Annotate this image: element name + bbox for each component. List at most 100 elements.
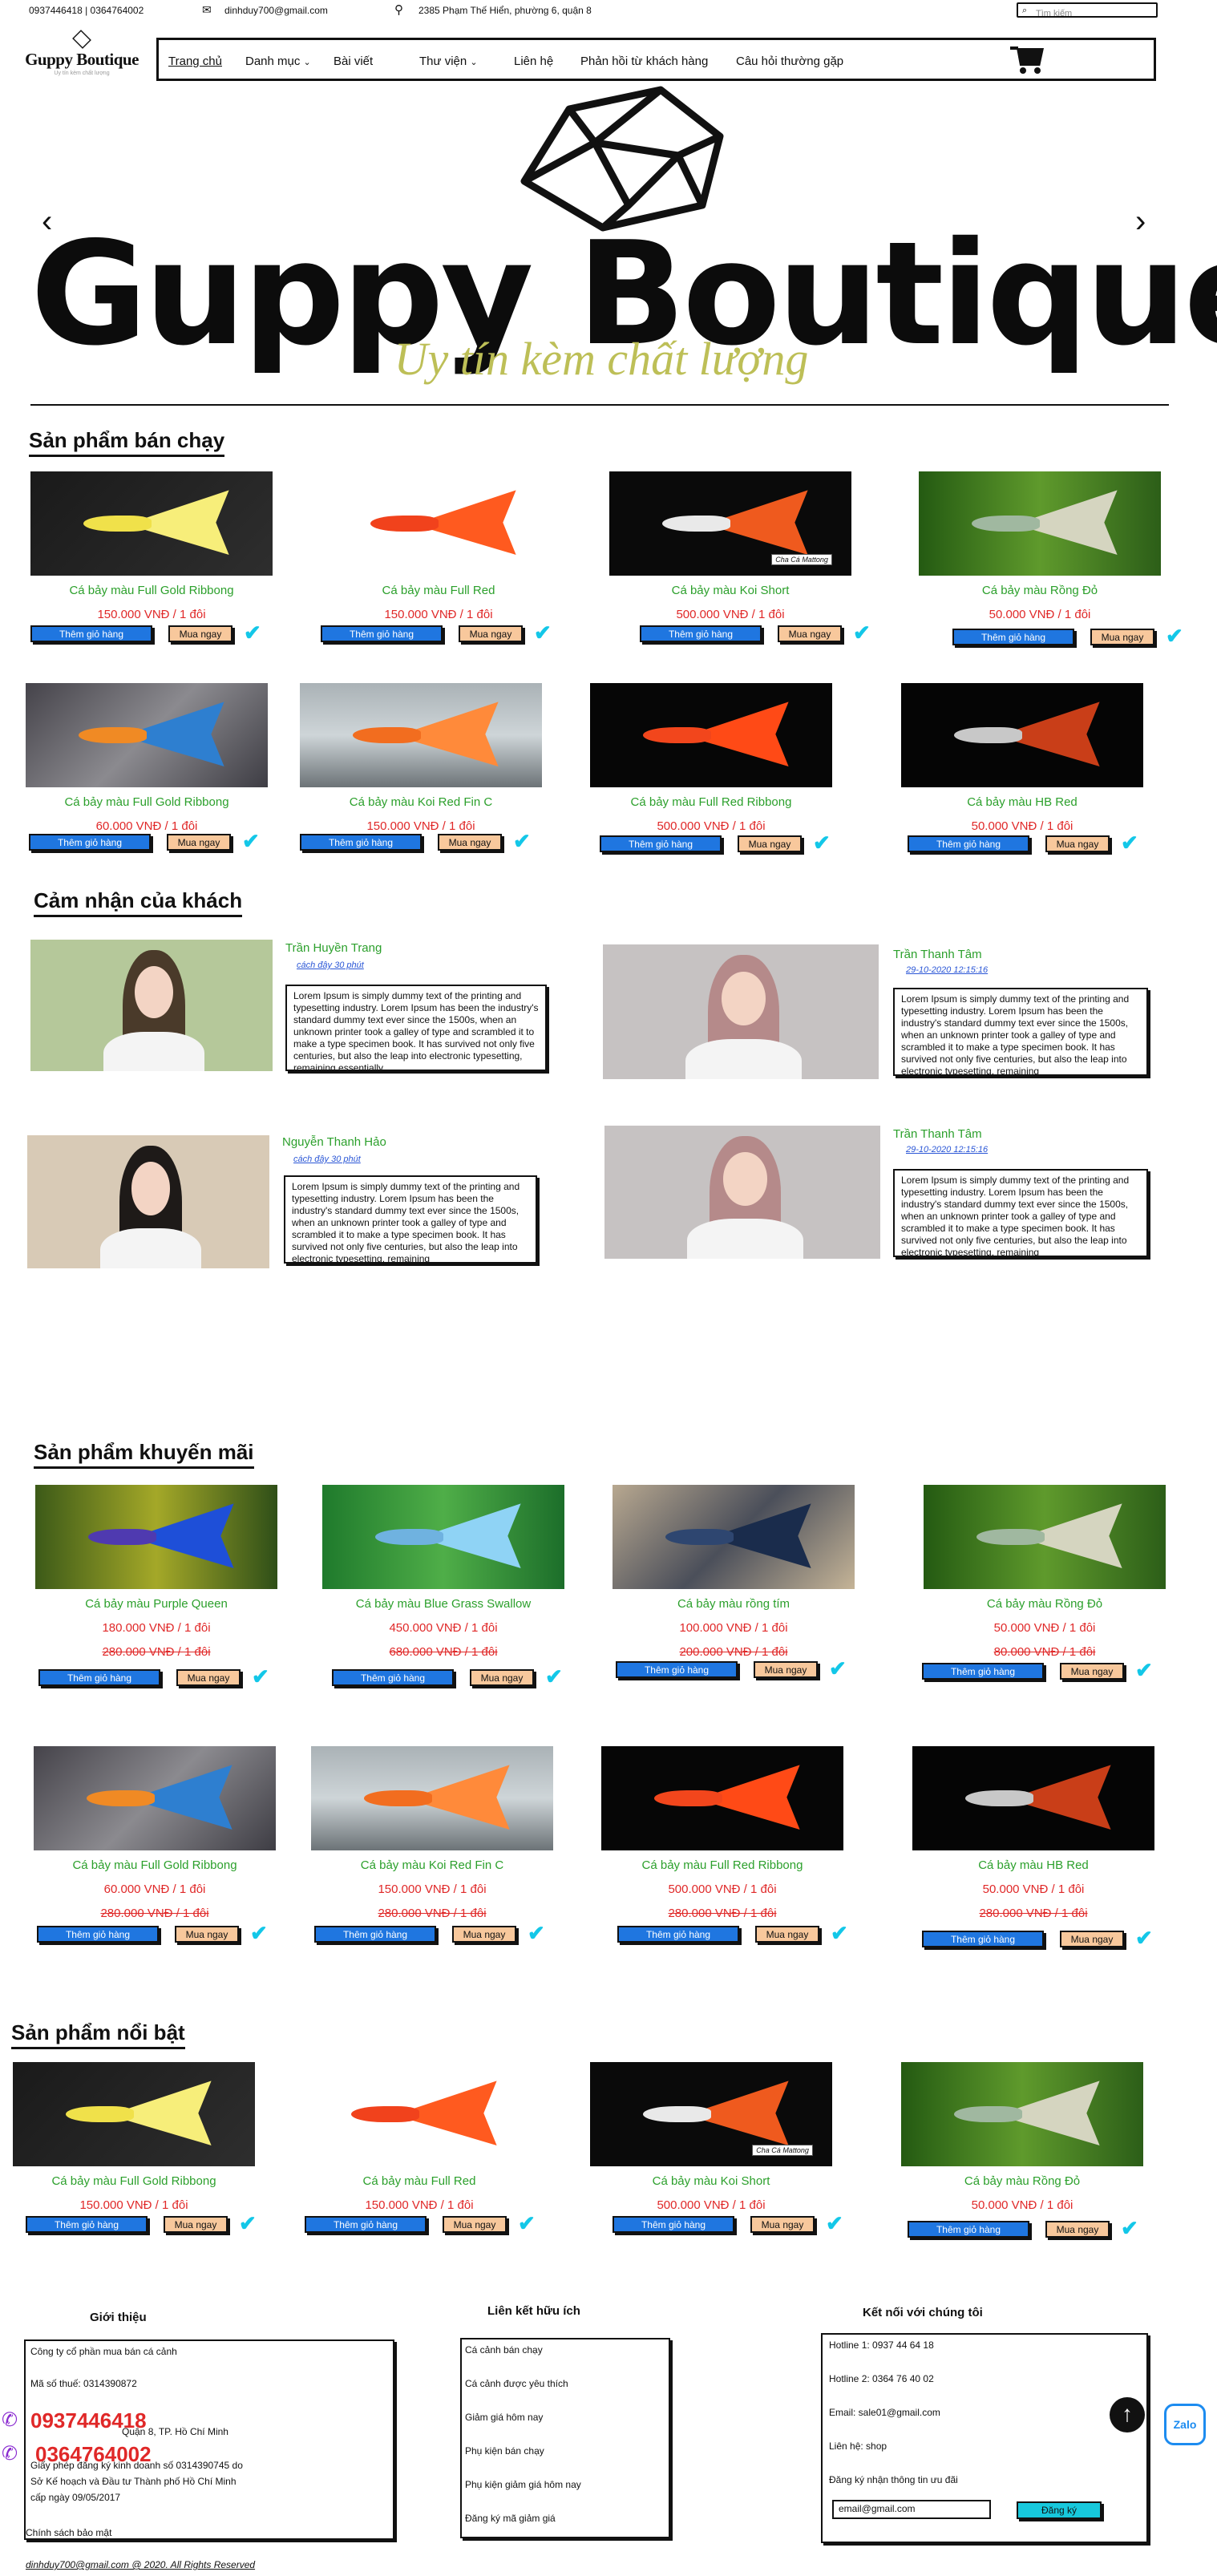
search-input[interactable]: ⌕ Tìm kiếm — [1017, 2, 1158, 18]
add-to-cart-button[interactable]: Thêm giỏ hàng — [30, 625, 152, 642]
product-name[interactable]: Cá bảy màu HB Red — [869, 795, 1175, 809]
add-to-cart-button[interactable]: Thêm giỏ hàng — [908, 2221, 1029, 2238]
product-image[interactable] — [30, 471, 273, 576]
buy-now-button[interactable]: Mua ngay — [754, 1661, 818, 1678]
nav-articles[interactable]: Bài viết — [334, 55, 373, 68]
buy-now-button[interactable]: Mua ngay — [443, 2216, 507, 2233]
product-name[interactable]: Cá bảy màu Koi Short — [558, 2174, 864, 2188]
add-to-cart-button[interactable]: Thêm giỏ hàng — [38, 1669, 160, 1686]
product-image[interactable] — [590, 683, 832, 787]
buy-now-button[interactable]: Mua ngay — [168, 625, 232, 642]
product-image[interactable] — [298, 2062, 540, 2166]
footer-link[interactable]: Giảm giá hôm nay — [465, 2412, 543, 2423]
add-to-cart-button[interactable]: Thêm giỏ hàng — [613, 2216, 734, 2233]
buy-now-button[interactable]: Mua ngay — [1045, 835, 1110, 852]
add-to-cart-button[interactable]: Thêm giỏ hàng — [305, 2216, 427, 2233]
nav-home[interactable]: Trang chủ — [168, 55, 222, 68]
buy-now-button[interactable]: Mua ngay — [459, 625, 523, 642]
buy-now-button[interactable]: Mua ngay — [452, 1926, 516, 1943]
product-image[interactable]: Cha Cá Mattong — [609, 471, 851, 576]
add-to-cart-button[interactable]: Thêm giỏ hàng — [26, 2216, 148, 2233]
product-image[interactable] — [613, 1485, 855, 1589]
add-to-cart-button[interactable]: Thêm giỏ hàng — [616, 1661, 738, 1678]
product-image[interactable] — [601, 1746, 843, 1850]
product-name[interactable]: Cá bảy màu Full Red — [285, 584, 592, 597]
buy-now-button[interactable]: Mua ngay — [176, 1669, 241, 1686]
product-name[interactable]: Cá bảy màu Koi Red Fin C — [279, 1858, 585, 1872]
add-to-cart-button[interactable]: Thêm giỏ hàng — [600, 835, 722, 852]
product-image[interactable] — [35, 1485, 277, 1589]
product-image[interactable] — [912, 1746, 1154, 1850]
buy-now-button[interactable]: Mua ngay — [1060, 1663, 1124, 1680]
product-name[interactable]: Cá bảy màu Full Red Ribbong — [569, 1858, 875, 1872]
nav-categories[interactable]: Danh mục ⌄ — [245, 55, 311, 68]
footer-link[interactable]: Đăng ký mã giảm giá — [465, 2513, 556, 2524]
footer-link[interactable]: Phụ kiện giảm giá hôm nay — [465, 2479, 581, 2490]
product-name[interactable]: Cá bảy màu Full Red Ribbong — [558, 795, 864, 809]
nav-contact[interactable]: Liên hệ — [514, 55, 553, 68]
add-to-cart-button[interactable]: Thêm giỏ hàng — [300, 834, 422, 851]
product-name[interactable]: Cá bảy màu Koi Red Fin C — [268, 795, 574, 809]
product-image[interactable] — [924, 1485, 1166, 1589]
cart-icon[interactable] — [1010, 47, 1047, 75]
product-image[interactable] — [317, 471, 560, 576]
footer-link[interactable]: Phụ kiện bán chạy — [465, 2445, 544, 2457]
product-image[interactable] — [311, 1746, 553, 1850]
buy-now-button[interactable]: Mua ngay — [1045, 2221, 1110, 2238]
product-name[interactable]: Cá bảy màu Blue Grass Swallow — [290, 1597, 596, 1611]
subscribe-button[interactable]: Đăng ký — [1017, 2501, 1102, 2519]
add-to-cart-button[interactable]: Thêm giỏ hàng — [640, 625, 762, 642]
product-image[interactable] — [13, 2062, 255, 2166]
nav-faq[interactable]: Câu hỏi thường gặp — [736, 55, 843, 68]
nav-feedback[interactable]: Phản hồi từ khách hàng — [580, 55, 708, 68]
product-name[interactable]: Cá bảy màu Rồng Đỏ — [892, 1597, 1198, 1611]
product-name[interactable]: Cá bảy màu Full Gold Ribbong — [0, 795, 300, 809]
logo[interactable]: Guppy Boutique Uy tín kèm chất lượng — [22, 30, 141, 80]
buy-now-button[interactable]: Mua ngay — [470, 1669, 534, 1686]
add-to-cart-button[interactable]: Thêm giỏ hàng — [321, 625, 443, 642]
add-to-cart-button[interactable]: Thêm giỏ hàng — [29, 834, 151, 851]
review-time[interactable]: cách đây 30 phút — [297, 960, 364, 970]
add-to-cart-button[interactable]: Thêm giỏ hàng — [314, 1926, 436, 1943]
footer-link[interactable]: Cá cảnh bán chạy — [465, 2344, 543, 2356]
product-image[interactable] — [300, 683, 542, 787]
buy-now-button[interactable]: Mua ngay — [750, 2216, 815, 2233]
newsletter-email-input[interactable]: email@gmail.com — [832, 2500, 991, 2519]
buy-now-button[interactable]: Mua ngay — [167, 834, 231, 851]
add-to-cart-button[interactable]: Thêm giỏ hàng — [908, 835, 1029, 852]
buy-now-button[interactable]: Mua ngay — [1090, 629, 1154, 645]
email-link[interactable]: dinhduy700@gmail.com — [224, 5, 328, 16]
buy-now-button[interactable]: Mua ngay — [778, 625, 842, 642]
product-name[interactable]: Cá bảy màu rồng tím — [580, 1597, 887, 1611]
product-image[interactable] — [919, 471, 1161, 576]
scroll-top-button[interactable]: ↑ — [1110, 2397, 1145, 2432]
product-name[interactable]: Cá bảy màu Koi Short — [577, 584, 883, 597]
buy-now-button[interactable]: Mua ngay — [438, 834, 502, 851]
buy-now-button[interactable]: Mua ngay — [755, 1926, 819, 1943]
buy-now-button[interactable]: Mua ngay — [738, 835, 802, 852]
review-time[interactable]: 29-10-2020 12:15:16 — [906, 965, 988, 975]
review-time[interactable]: cách đây 30 phút — [293, 1155, 361, 1164]
review-time[interactable]: 29-10-2020 12:15:16 — [906, 1145, 988, 1155]
buy-now-button[interactable]: Mua ngay — [1060, 1931, 1124, 1947]
footer-link[interactable]: Cá cảnh được yêu thích — [465, 2378, 568, 2389]
product-image[interactable] — [901, 2062, 1143, 2166]
product-name[interactable]: Cá bảy màu Full Gold Ribbong — [2, 1858, 308, 1872]
buy-now-button[interactable]: Mua ngay — [164, 2216, 228, 2233]
product-name[interactable]: Cá bảy màu Rồng Đỏ — [869, 2174, 1175, 2188]
product-image[interactable] — [901, 683, 1143, 787]
buy-now-button[interactable]: Mua ngay — [175, 1926, 239, 1943]
product-image[interactable]: Cha Cá Mattong — [590, 2062, 832, 2166]
product-name[interactable]: Cá bảy màu Full Red — [266, 2174, 572, 2188]
product-image[interactable] — [34, 1746, 276, 1850]
add-to-cart-button[interactable]: Thêm giỏ hàng — [617, 1926, 739, 1943]
product-name[interactable]: Cá bảy màu Purple Queen — [3, 1597, 309, 1611]
zalo-chat-button[interactable]: Zalo — [1164, 2404, 1206, 2445]
add-to-cart-button[interactable]: Thêm giỏ hàng — [922, 1663, 1044, 1680]
footer-privacy-link[interactable]: Chính sách bảo mật — [26, 2527, 111, 2538]
nav-library[interactable]: Thư viện ⌄ — [419, 55, 478, 68]
add-to-cart-button[interactable]: Thêm giỏ hàng — [332, 1669, 454, 1686]
product-name[interactable]: Cá bảy màu Rồng Đỏ — [887, 584, 1193, 597]
product-name[interactable]: Cá bảy màu HB Red — [880, 1858, 1187, 1872]
product-image[interactable] — [322, 1485, 564, 1589]
